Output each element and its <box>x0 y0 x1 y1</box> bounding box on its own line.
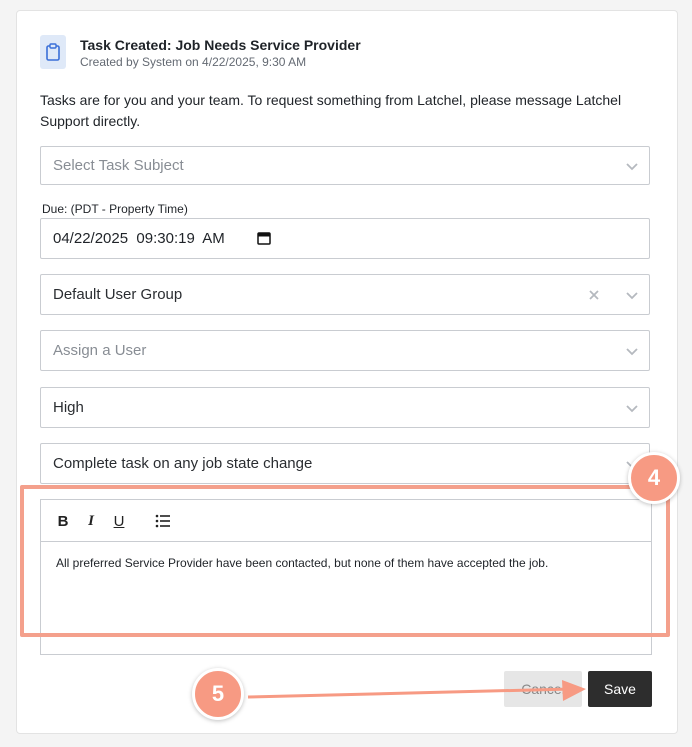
priority-select[interactable]: High <box>40 387 650 428</box>
user-group-select[interactable]: Default User Group <box>40 274 650 315</box>
due-datetime-input[interactable]: 04/22/2025 09:30:19 AM <box>40 218 650 259</box>
priority-value: High <box>53 399 84 416</box>
clipboard-icon <box>40 35 66 69</box>
chevron-down-icon <box>626 405 638 413</box>
task-description: Tasks are for you and your team. To requ… <box>40 92 622 129</box>
chevron-down-icon <box>626 348 638 356</box>
assign-user-placeholder: Assign a User <box>53 342 147 359</box>
task-title: Task Created: Job Needs Service Provider <box>80 37 361 53</box>
italic-button[interactable]: I <box>81 511 101 531</box>
completion-rule-value: Complete task on any job state change <box>53 455 313 472</box>
due-datetime-value: 04/22/2025 09:30:19 AM <box>53 230 225 247</box>
calendar-icon[interactable] <box>257 231 271 245</box>
bulleted-list-icon[interactable] <box>153 511 173 531</box>
step-4-badge: 4 <box>628 452 680 504</box>
chevron-down-icon <box>626 163 638 171</box>
task-created-info: Created by System on 4/22/2025, 9:30 AM <box>80 55 307 69</box>
completion-rule-select[interactable]: Complete task on any job state change <box>40 443 650 484</box>
chevron-down-icon <box>626 292 638 300</box>
cancel-button[interactable]: Cancel <box>504 671 582 707</box>
due-label: Due: (PDT - Property Time) <box>42 202 188 216</box>
step-5-badge: 5 <box>192 668 244 720</box>
save-button[interactable]: Save <box>588 671 652 707</box>
underline-button[interactable]: U <box>109 511 129 531</box>
clear-icon[interactable] <box>587 288 601 302</box>
user-group-value: Default User Group <box>53 286 183 303</box>
bold-button[interactable]: B <box>53 511 73 531</box>
task-subject-placeholder: Select Task Subject <box>53 157 184 174</box>
assign-user-select[interactable]: Assign a User <box>40 330 650 371</box>
editor-content[interactable]: All preferred Service Provider have been… <box>56 555 636 571</box>
editor-toolbar: B I U <box>41 500 651 542</box>
notes-editor[interactable]: B I U All preferred Service Provider hav… <box>40 499 652 655</box>
task-subject-select[interactable]: Select Task Subject <box>40 146 650 185</box>
